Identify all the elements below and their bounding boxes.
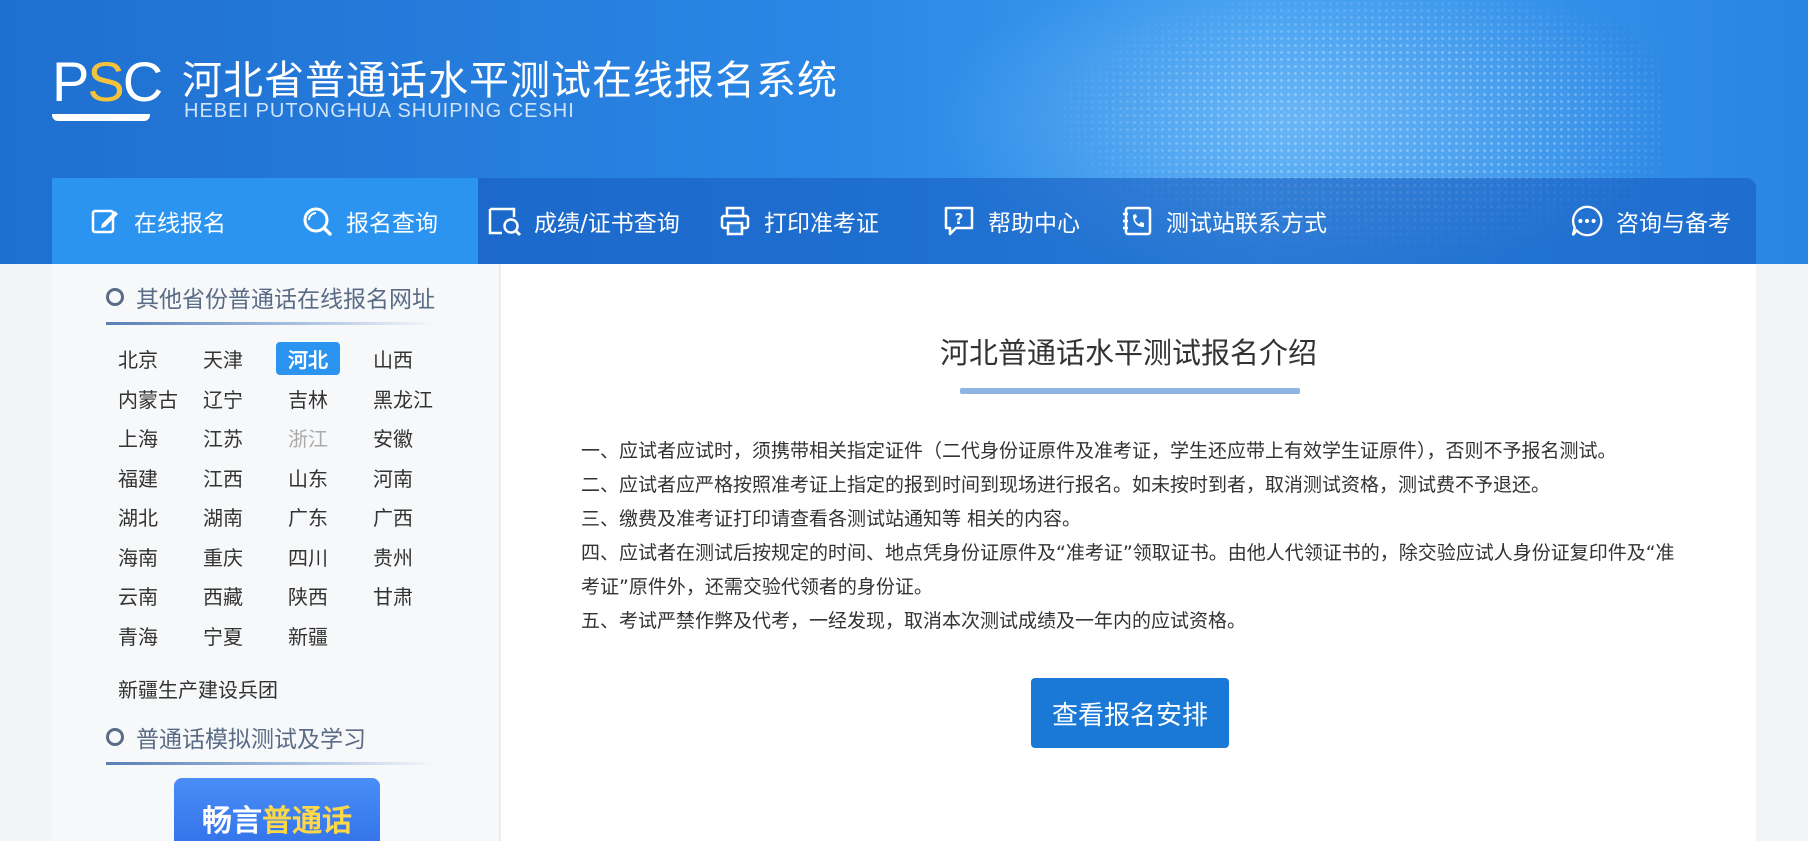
province-link[interactable]: 河北: [276, 342, 340, 375]
circle-bullet-icon: [106, 728, 124, 746]
province-link[interactable]: 黑龙江: [361, 382, 445, 415]
promo-text-b: 普通话: [262, 804, 352, 839]
province-link[interactable]: 新疆: [276, 619, 340, 652]
nav-register-query[interactable]: 报名查询: [262, 178, 478, 264]
main-nav: 在线报名 报名查询 成绩/证书查询 打印准考证 ? 帮助中心 测试站联系方式 咨…: [52, 178, 1756, 264]
province-link[interactable]: 云南: [106, 579, 170, 612]
province-link[interactable]: 江苏: [191, 421, 255, 454]
province-link[interactable]: 河南: [361, 461, 425, 494]
logo-letter-p: P: [52, 50, 89, 113]
site-header: PSC 河北省普通话水平测试在线报名系统 HEBEI PUTONGHUA SHU…: [0, 0, 1808, 264]
province-link[interactable]: 海南: [106, 540, 170, 573]
province-link[interactable]: 安徽: [361, 421, 425, 454]
circle-bullet-icon: [106, 288, 124, 306]
province-link[interactable]: 浙江: [276, 421, 340, 454]
nav-label: 咨询与备考: [1616, 211, 1731, 237]
svg-text:?: ?: [955, 210, 964, 228]
rule-item: 四、应试者在测试后按规定的时间、地点凭身份证原件及“准考证”领取证书。由他人代领…: [581, 542, 1675, 598]
chat-icon: [1570, 204, 1604, 238]
nav-label: 报名查询: [346, 211, 438, 237]
province-link[interactable]: 贵州: [361, 540, 425, 573]
province-link[interactable]: 广西: [361, 500, 425, 533]
page-title: 河北普通话水平测试报名介绍: [939, 336, 1317, 370]
province-link[interactable]: 湖北: [106, 500, 170, 533]
edit-icon: [88, 204, 122, 238]
province-link[interactable]: 山东: [276, 461, 340, 494]
logo-underline: [52, 114, 150, 121]
section-title-text: 其他省份普通话在线报名网址: [136, 287, 435, 313]
province-link[interactable]: 上海: [106, 421, 170, 454]
province-link[interactable]: 天津: [191, 342, 255, 375]
province-link[interactable]: 辽宁: [191, 382, 255, 415]
certificate-search-icon: [488, 204, 522, 238]
province-link[interactable]: 内蒙古: [106, 382, 190, 415]
nav-score-certificate[interactable]: 成绩/证书查询: [488, 178, 680, 264]
nav-label: 帮助中心: [988, 211, 1080, 237]
help-icon: ?: [942, 204, 976, 238]
nav-label: 成绩/证书查询: [534, 211, 680, 237]
section-title-provinces: 其他省份普通话在线报名网址: [106, 280, 435, 314]
sidebar: 其他省份普通话在线报名网址 北京 天津 河北 山西内蒙古 辽宁 吉林 黑龙江上海 江苏 浙江 安徽…: [52, 264, 500, 841]
psc-logo[interactable]: PSC: [52, 50, 163, 122]
rule-item: 五、考试严禁作弊及代考，一经发现，取消本次测试成绩及一年内的应试资格。: [581, 610, 1247, 632]
province-link[interactable]: 青海: [106, 619, 170, 652]
nav-label: 打印准考证: [764, 211, 879, 237]
rules-list: 一、应试者应试时，须携带相关指定证件（二代身份证原件及准考证，学生还应带上有效学…: [581, 434, 1681, 638]
main-content: 河北普通话水平测试报名介绍 一、应试者应试时，须携带相关指定证件（二代身份证原件…: [501, 264, 1756, 841]
promo-text-a: 畅言: [202, 804, 262, 839]
phone-contact-icon: [1120, 204, 1154, 238]
search-icon: [300, 204, 334, 238]
logo-letter-s: S: [87, 50, 124, 113]
nav-station-contacts[interactable]: 测试站联系方式: [1120, 178, 1327, 264]
province-link[interactable]: 广东: [276, 500, 340, 533]
province-link[interactable]: 北京: [106, 342, 170, 375]
province-link-bingtuan[interactable]: 新疆生产建设兵团: [106, 672, 290, 705]
nav-consult-prepare[interactable]: 咨询与备考: [1570, 178, 1731, 264]
province-link[interactable]: 宁夏: [191, 619, 255, 652]
nav-online-register[interactable]: 在线报名: [52, 178, 262, 264]
province-link[interactable]: 西藏: [191, 579, 255, 612]
province-link[interactable]: 山西: [361, 342, 425, 375]
province-link[interactable]: 湖南: [191, 500, 255, 533]
province-link[interactable]: 重庆: [191, 540, 255, 573]
printer-icon: [718, 204, 752, 238]
site-title: 河北省普通话水平测试在线报名系统: [182, 58, 838, 104]
title-underline: [960, 388, 1300, 394]
nav-print-ticket[interactable]: 打印准考证: [718, 178, 879, 264]
site-subtitle: HEBEI PUTONGHUA SHUIPING CESHI: [184, 100, 575, 122]
province-link[interactable]: 四川: [276, 540, 340, 573]
province-link[interactable]: 甘肃: [361, 579, 425, 612]
rule-item: 二、应试者应严格按照准考证上指定的报到时间到现场进行报名。如未按时到者，取消测试…: [581, 474, 1551, 496]
changyan-putonghua-banner[interactable]: 畅言普通话: [174, 778, 380, 841]
province-link[interactable]: 江西: [191, 461, 255, 494]
section-divider: [106, 322, 436, 325]
nav-label: 测试站联系方式: [1166, 211, 1327, 237]
section-divider: [106, 762, 436, 765]
province-link[interactable]: 吉林: [276, 382, 340, 415]
nav-label: 在线报名: [134, 211, 226, 237]
province-link[interactable]: 福建: [106, 461, 170, 494]
logo-letter-c: C: [122, 50, 163, 113]
section-title-text: 普通话模拟测试及学习: [136, 727, 366, 753]
section-title-practice: 普通话模拟测试及学习: [106, 720, 366, 754]
rule-item: 一、应试者应试时，须携带相关指定证件（二代身份证原件及准考证，学生还应带上有效学…: [581, 440, 1617, 462]
nav-help-center[interactable]: ? 帮助中心: [942, 178, 1080, 264]
view-schedule-button[interactable]: 查看报名安排: [1031, 678, 1229, 748]
province-link[interactable]: 陕西: [276, 579, 340, 612]
rule-item: 三、缴费及准考证打印请查看各测试站通知等 相关的内容。: [581, 508, 1082, 530]
